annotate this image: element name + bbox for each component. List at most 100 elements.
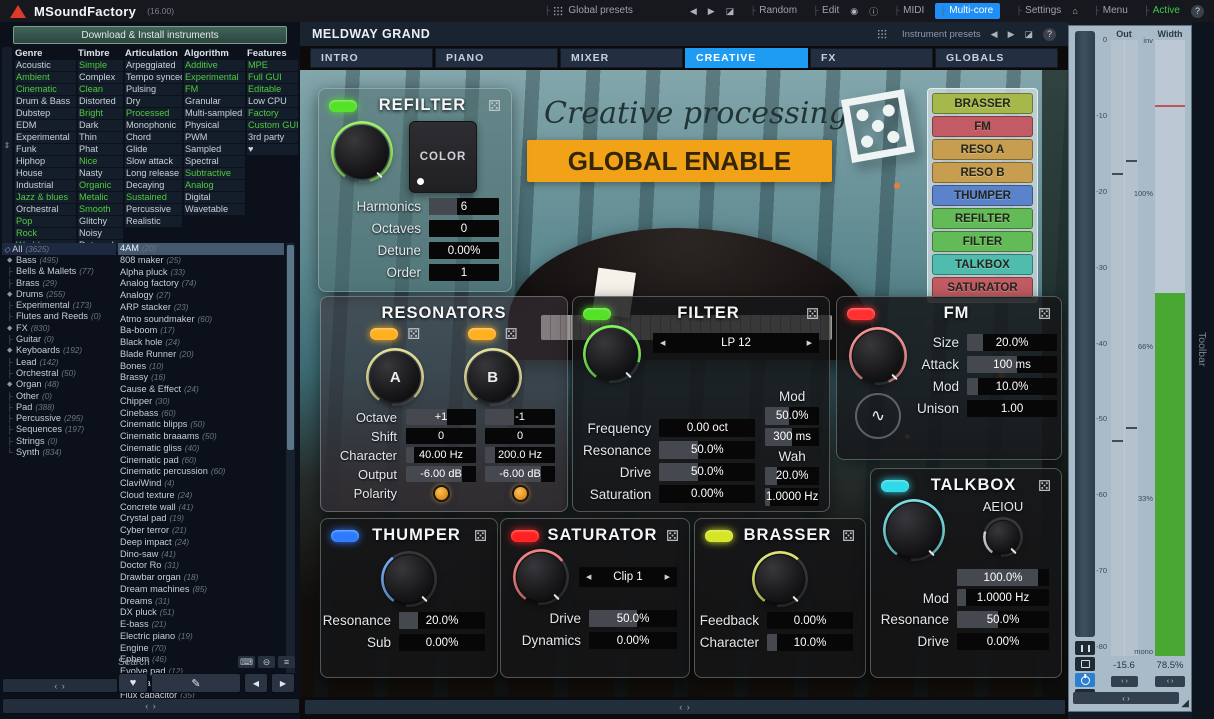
tree-item[interactable]: FX(830): [2, 323, 116, 334]
tab[interactable]: FX: [810, 48, 933, 68]
filter-tag[interactable]: MPE: [247, 60, 298, 71]
filter-tag[interactable]: Dark: [78, 120, 123, 131]
window-button[interactable]: [1075, 657, 1095, 671]
instrument-presets-button[interactable]: Instrument presets: [902, 29, 981, 40]
reso-b-value-box[interactable]: -1: [485, 409, 555, 425]
filter-tag[interactable]: Simple: [78, 60, 123, 71]
talkbox-mod-rate-box[interactable]: 1.0000 Hz: [957, 589, 1049, 606]
tree-root-item[interactable]: ◇All(3625): [2, 243, 116, 255]
edit-preset-button[interactable]: ✎: [151, 673, 241, 693]
help-icon[interactable]: ?: [1043, 28, 1056, 41]
tab[interactable]: MIXER: [560, 48, 683, 68]
preset-item[interactable]: Dream machines(85): [118, 584, 284, 596]
resize-handle-icon[interactable]: ◢: [1181, 699, 1189, 709]
param-value-box[interactable]: 1.00: [967, 400, 1057, 417]
list-menu-icon[interactable]: ≡: [278, 656, 295, 668]
filter-tag[interactable]: Additive: [184, 60, 245, 71]
param-value-box[interactable]: 50.0%: [957, 611, 1049, 628]
param-value-box[interactable]: 1: [429, 264, 499, 281]
thumper-knob[interactable]: [381, 551, 437, 607]
exclude-icon[interactable]: ⊖: [258, 656, 275, 668]
width-meter-scrollbar[interactable]: ‹ ›: [1155, 676, 1185, 687]
talkbox-knob[interactable]: [883, 499, 945, 561]
filter-tag[interactable]: Wavetable: [184, 204, 245, 215]
filter-tag[interactable]: Dubstep: [15, 108, 76, 119]
param-value-box[interactable]: 20.0%: [967, 334, 1057, 351]
preset-item[interactable]: ARP stacker(23): [118, 302, 284, 314]
filter-tag[interactable]: Industrial: [15, 180, 76, 191]
reso-b-value-box[interactable]: 200.0 Hz: [485, 447, 555, 463]
filter-tag[interactable]: PWM: [184, 132, 245, 143]
module-select-button[interactable]: REFILTER: [932, 208, 1033, 229]
tree-item[interactable]: Flutes and Reeds(0): [2, 311, 116, 322]
tree-item[interactable]: Brass(29): [2, 278, 116, 289]
param-value-box[interactable]: 10.0%: [967, 378, 1057, 395]
saturator-enable-toggle[interactable]: [511, 530, 539, 542]
filter-tag[interactable]: Bright: [78, 108, 123, 119]
search-bar[interactable]: Search ⌨ ⊖ ≡: [118, 654, 295, 670]
brasser-random-dice-icon[interactable]: ⚄: [842, 527, 855, 545]
info-icon[interactable]: ⓘ: [869, 5, 878, 18]
filter-tag[interactable]: Organic: [78, 180, 123, 191]
preset-item[interactable]: Cinematic gliss(40): [118, 443, 284, 455]
filter-tag[interactable]: Pop: [15, 216, 76, 227]
midi-button[interactable]: MIDI: [889, 5, 924, 16]
preset-item[interactable]: Blade Runner(20): [118, 349, 284, 361]
home-icon[interactable]: ⌂: [1072, 6, 1077, 16]
global-enable-button[interactable]: GLOBAL ENABLE: [527, 140, 832, 182]
filter-tag[interactable]: Sustained: [125, 192, 182, 203]
module-select-button[interactable]: RESO A: [932, 139, 1033, 160]
param-value-box[interactable]: 100 ms: [967, 356, 1057, 373]
menu-button[interactable]: Menu: [1089, 5, 1128, 16]
filter-type-selector[interactable]: ◀ LP 12 ▶: [653, 333, 819, 353]
filter-tag[interactable]: Funk: [15, 144, 76, 155]
meter-panel-scrollbar[interactable]: ‹ ›: [1073, 692, 1179, 704]
module-select-button[interactable]: BRASSER: [932, 93, 1033, 114]
preset-item[interactable]: Crystal pad(19): [118, 513, 284, 525]
out-meter-scrollbar[interactable]: ‹ ›: [1111, 676, 1138, 687]
brasser-enable-toggle[interactable]: [705, 530, 733, 542]
filter-random-dice-icon[interactable]: ⚄: [806, 305, 819, 323]
talkbox-enable-toggle[interactable]: [881, 480, 909, 492]
filter-tag[interactable]: Ambient: [15, 72, 76, 83]
filter-tag[interactable]: Chord: [125, 132, 182, 143]
filter-tag[interactable]: Glitchy: [78, 216, 123, 227]
saturator-random-dice-icon[interactable]: ⚄: [666, 527, 679, 545]
tree-hscrollbar[interactable]: ‹ ›: [2, 678, 118, 693]
module-select-button[interactable]: SATURATOR: [932, 277, 1033, 298]
filter-tag[interactable]: Subtractive: [184, 168, 245, 179]
param-value-box[interactable]: 0.00%: [429, 242, 499, 259]
multicore-button[interactable]: Multi-core: [935, 3, 1000, 18]
filter-tag[interactable]: Multi-sampled: [184, 108, 245, 119]
preset-item[interactable]: ClaviWind(4): [118, 478, 284, 490]
tree-item[interactable]: Drums(255): [2, 289, 116, 300]
tree-item[interactable]: Strings(0): [2, 436, 116, 447]
global-presets-button[interactable]: Global presets: [539, 5, 632, 16]
tree-item[interactable]: Organ(48): [2, 379, 116, 390]
tree-item[interactable]: Other(0): [2, 391, 116, 402]
fm-random-dice-icon[interactable]: ⚄: [1038, 305, 1051, 323]
filter-tag[interactable]: Acoustic: [15, 60, 76, 71]
global-random-dice-icon[interactable]: ⚄: [833, 78, 924, 178]
tree-item[interactable]: Experimental(173): [2, 300, 116, 311]
previous-preset-button[interactable]: ◀: [244, 673, 268, 693]
preset-item[interactable]: Dreams(31): [118, 596, 284, 608]
preset-item[interactable]: Deep impact(24): [118, 537, 284, 549]
power-button[interactable]: [1075, 673, 1095, 687]
thumper-random-dice-icon[interactable]: ⚄: [474, 527, 487, 545]
filter-tag[interactable]: Custom GUI: [247, 120, 298, 131]
param-value-box[interactable]: 50.0%: [659, 441, 755, 459]
filter-tag[interactable]: Low CPU: [247, 96, 298, 107]
filter-tag[interactable]: Spectral: [184, 156, 245, 167]
preset-item[interactable]: Alpha pluck(33): [118, 267, 284, 279]
param-value-box[interactable]: 0.00%: [589, 632, 677, 649]
tab[interactable]: CREATIVE: [685, 48, 808, 68]
next-preset-button[interactable]: ▶: [271, 673, 295, 693]
previous-preset-icon[interactable]: ◀: [690, 6, 697, 17]
download-install-button[interactable]: Download & Install instruments: [13, 26, 287, 44]
filter-knob[interactable]: [583, 325, 641, 383]
tree-item[interactable]: Bass(495): [2, 255, 116, 266]
selector-prev-icon[interactable]: ◀: [660, 339, 665, 347]
wah-amount-box[interactable]: 20.0%: [765, 467, 819, 485]
talkbox-mod-amount-box[interactable]: 100.0%: [957, 569, 1049, 586]
